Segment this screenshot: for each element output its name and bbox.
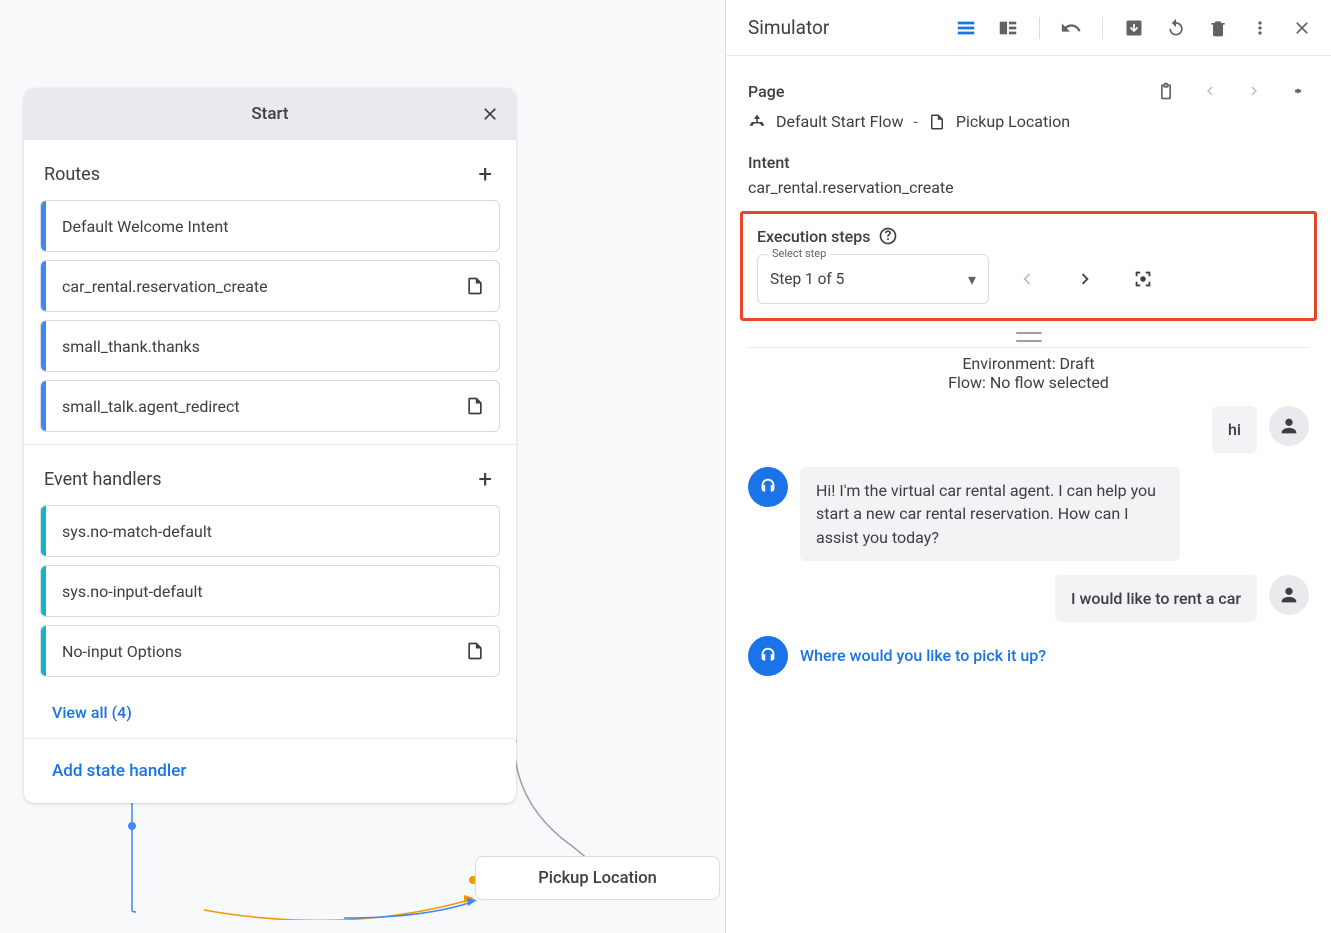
step-select[interactable]: Select step Step 1 of 5 ▾ — [757, 254, 989, 304]
event-item[interactable]: sys.no-match-default — [40, 505, 500, 557]
breadcrumb-flow[interactable]: Default Start Flow — [776, 112, 904, 131]
collapse-icon[interactable] — [1287, 80, 1309, 102]
chat-environment-info: Environment: Draft Flow: No flow selecte… — [748, 347, 1309, 406]
view-list-icon[interactable] — [955, 17, 977, 39]
page-prev-icon[interactable] — [1199, 80, 1221, 102]
drag-handle[interactable] — [726, 321, 1331, 339]
start-card-header: Start — [24, 88, 516, 140]
execution-steps-section: Execution steps Select step Step 1 of 5 … — [740, 211, 1317, 321]
flow-line: Flow: No flow selected — [748, 373, 1309, 392]
page-heading: Page — [748, 82, 784, 101]
routes-heading: Routes — [44, 164, 100, 185]
user-avatar-icon — [1269, 406, 1309, 446]
step-select-label: Select step — [768, 247, 830, 260]
add-event-icon[interactable]: + — [474, 465, 496, 493]
simulator-panel: Simulator — [725, 0, 1331, 933]
route-label: car_rental.reservation_create — [46, 277, 465, 296]
undo-icon[interactable] — [1060, 17, 1082, 39]
view-all-link[interactable]: View all (4) — [24, 685, 516, 738]
flow-icon — [748, 113, 766, 131]
execution-steps-heading: Execution steps — [757, 227, 870, 246]
start-card-title: Start — [251, 104, 288, 124]
view-split-icon[interactable] — [997, 17, 1019, 39]
agent-avatar-icon — [748, 636, 788, 676]
route-item[interactable]: small_thank.thanks — [40, 320, 500, 372]
route-label: Default Welcome Intent — [46, 217, 485, 236]
page-icon — [465, 396, 485, 416]
route-label: small_talk.agent_redirect — [46, 397, 465, 416]
intent-heading: Intent — [748, 145, 1309, 176]
close-icon[interactable] — [480, 104, 500, 124]
breadcrumb-page[interactable]: Pickup Location — [956, 112, 1070, 131]
user-avatar-icon — [1269, 575, 1309, 615]
route-label: small_thank.thanks — [46, 337, 485, 356]
drag-handle[interactable] — [726, 339, 1331, 347]
reset-icon[interactable] — [1165, 17, 1187, 39]
step-select-value: Step 1 of 5 — [770, 270, 968, 288]
event-item[interactable]: sys.no-input-default — [40, 565, 500, 617]
route-item[interactable]: small_talk.agent_redirect — [40, 380, 500, 432]
focus-icon[interactable] — [1123, 259, 1163, 299]
agent-avatar-icon — [748, 467, 788, 507]
user-message: I would like to rent a car — [1055, 575, 1257, 622]
clipboard-icon[interactable] — [1155, 80, 1177, 102]
chevron-down-icon: ▾ — [968, 270, 976, 289]
breadcrumb: Default Start Flow - Pickup Location — [748, 110, 1309, 145]
close-panel-icon[interactable] — [1291, 17, 1313, 39]
route-item[interactable]: Default Welcome Intent — [40, 200, 500, 252]
start-page-card: Start Routes + Default Welcome Intent ca… — [24, 88, 516, 803]
simulator-title: Simulator — [748, 16, 955, 39]
agent-message-link[interactable]: Where would you like to pick it up? — [800, 636, 1046, 667]
download-icon[interactable] — [1123, 17, 1145, 39]
step-prev-icon — [1007, 259, 1047, 299]
page-icon — [928, 113, 946, 131]
agent-message: Hi! I'm the virtual car rental agent. I … — [800, 467, 1180, 561]
more-icon[interactable] — [1249, 17, 1271, 39]
flow-node-pickup-location[interactable]: Pickup Location — [475, 856, 720, 900]
events-heading: Event handlers — [44, 469, 162, 490]
step-next-icon[interactable] — [1065, 259, 1105, 299]
event-label: sys.no-input-default — [46, 582, 485, 601]
event-label: sys.no-match-default — [46, 522, 485, 541]
breadcrumb-sep: - — [914, 112, 918, 131]
env-line: Environment: Draft — [748, 354, 1309, 373]
node-label: Pickup Location — [538, 869, 657, 888]
delete-icon[interactable] — [1207, 17, 1229, 39]
page-icon — [465, 641, 485, 661]
page-icon — [465, 276, 485, 296]
route-item[interactable]: car_rental.reservation_create — [40, 260, 500, 312]
user-message: hi — [1212, 406, 1257, 453]
help-icon[interactable] — [878, 226, 898, 246]
event-label: No-input Options — [46, 642, 465, 661]
event-item[interactable]: No-input Options — [40, 625, 500, 677]
page-next-icon[interactable] — [1243, 80, 1265, 102]
add-state-handler-link[interactable]: Add state handler — [24, 739, 516, 803]
intent-value: car_rental.reservation_create — [748, 176, 1309, 211]
add-route-icon[interactable]: + — [474, 160, 496, 188]
